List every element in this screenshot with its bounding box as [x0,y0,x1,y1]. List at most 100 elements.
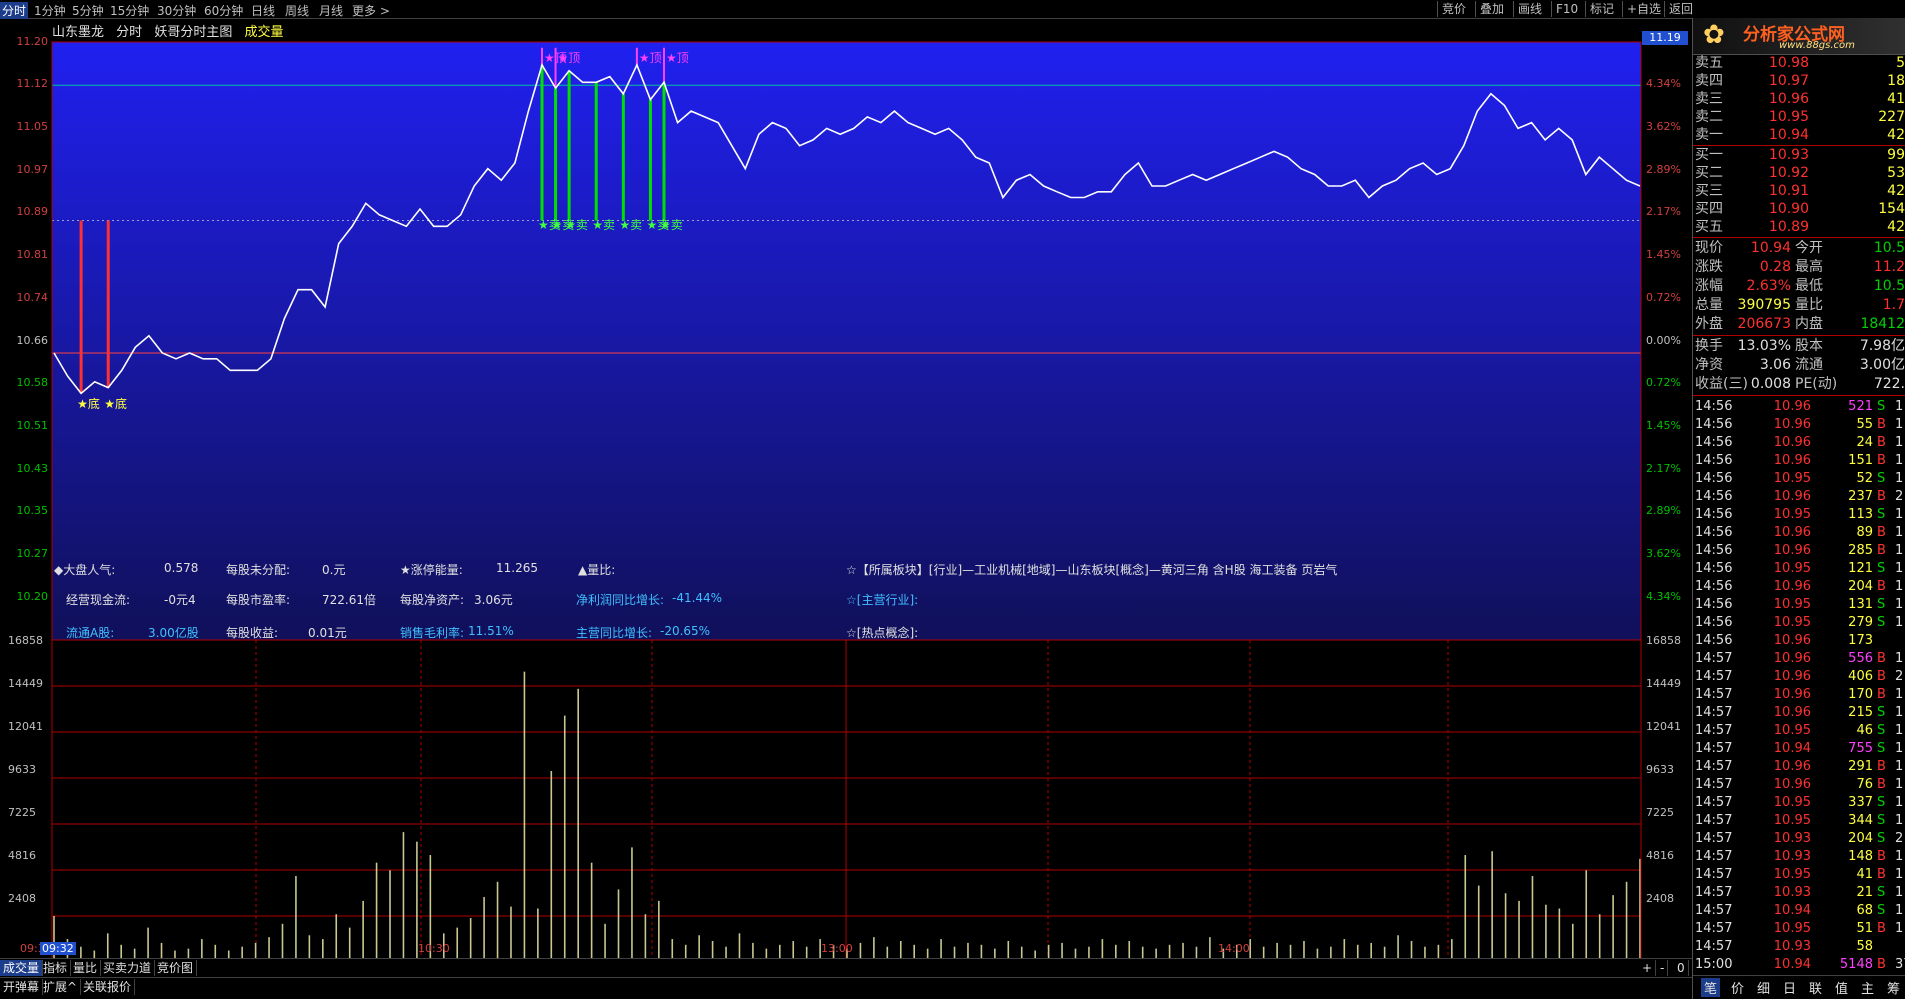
zoom-out-button[interactable]: - [1657,960,1669,976]
tick-price: 10.96 [1773,417,1811,432]
volume-bar [563,715,566,962]
current-price-box: 11.19 [1642,31,1688,45]
tick-volume: 344 [1848,813,1873,828]
tick-count: 1 [1895,399,1904,414]
tab-30min[interactable]: 30分钟 [157,2,196,19]
overlay-button[interactable]: 叠加 [1475,1,1508,17]
tick-volume: 5148 [1839,957,1873,972]
tick-price: 10.94 [1773,903,1811,918]
tick-time: 14:57 [1695,813,1733,828]
sell-signal-bar [648,99,652,221]
danmaku-toggle[interactable]: 开弹幕 [0,979,44,995]
volume-grid [52,640,1641,962]
volume-bar [1464,855,1467,962]
mark-button[interactable]: 标记 [1585,1,1618,17]
pct-label: 3.62% [1646,120,1681,133]
bottom-signal-bar [79,220,83,394]
tab-1min[interactable]: 1分钟 [34,2,66,19]
sell-signal-bar [554,88,558,221]
draw-line-button[interactable]: 画线 [1513,1,1546,17]
tab-price[interactable]: 价 [1731,978,1744,997]
expand-button[interactable]: 扩展^ [40,979,82,995]
volume-label: 9633 [8,763,36,776]
tab-5min[interactable]: 5分钟 [72,2,104,19]
tick-direction: B [1877,849,1886,864]
intraday-chart[interactable]: ★底 ★底★卖★卖★卖 ★卖 ★卖 ★卖★卖★顶★顶 ★顶 ★顶 [0,18,1692,978]
stat-value: 10.5 [1873,240,1905,256]
bid-label: 买四 [1695,201,1723,217]
volume-bar [1545,904,1547,962]
tab-intraday[interactable]: 分时 [0,2,29,19]
tab-buy-sell-force[interactable]: 买卖力道 [100,960,156,976]
f10-button[interactable]: F10 [1551,1,1582,17]
volume-bar [617,889,620,962]
tick-count: 1 [1895,453,1904,468]
tab-60min[interactable]: 60分钟 [204,2,243,19]
bid-volume: 53 [1887,165,1905,181]
tick-row: 14:57 10.95 344 S 1 [1693,812,1905,830]
tick-count: 1 [1895,867,1904,882]
tick-count: 37 [1895,957,1905,972]
volume-bar [456,927,459,962]
volume-bars [53,671,1641,962]
tab-detail[interactable]: 细 [1757,978,1770,997]
tick-row: 14:57 10.93 148 B 1 [1693,848,1905,866]
tab-day[interactable]: 日 [1783,978,1796,997]
tick-row: 14:57 10.95 51 B 1 [1693,920,1905,938]
tab-volume[interactable]: 成交量 [0,960,44,976]
tick-row: 14:57 10.94 755 S 1 [1693,740,1905,758]
volume-bar [1612,895,1614,962]
info-key: 每股净资产: [400,593,465,607]
bid-row: 买三 10.91 42 [1693,182,1905,200]
top-signal-bar [663,47,665,83]
tab-trades[interactable]: 笔 [1701,978,1721,997]
tick-price: 10.95 [1773,597,1811,612]
tick-volume: 58 [1856,939,1873,954]
related-quotes-button[interactable]: 关联报价 [80,979,136,995]
tab-weekly[interactable]: 周线 [285,2,309,19]
tab-main[interactable]: 主 [1861,978,1874,997]
tick-direction: S [1877,795,1886,810]
tab-more[interactable]: 更多 > [352,2,390,19]
ask-label: 卖一 [1695,127,1723,143]
ask-price: 10.96 [1768,91,1809,107]
tab-link[interactable]: 联 [1809,978,1822,997]
tick-volume: 556 [1848,651,1873,666]
bottom-toolbar: 开弹幕 扩展^ 关联报价 [0,977,1692,996]
tick-price: 10.96 [1773,435,1811,450]
auction-button[interactable]: 竞价 [1437,1,1470,17]
tab-auction-chart[interactable]: 竞价图 [154,960,198,976]
tab-indicator[interactable]: 指标 [40,960,72,976]
tick-time: 14:57 [1695,849,1733,864]
tab-chips[interactable]: 筹 [1887,978,1900,997]
tab-value[interactable]: 值 [1835,978,1848,997]
tick-price: 10.96 [1773,687,1811,702]
info-key: 销售毛利率: [400,626,465,640]
price-label: 10.27 [16,547,49,560]
tab-monthly[interactable]: 月线 [319,2,343,19]
stat-key: 今开 [1795,240,1823,256]
tick-price: 10.95 [1773,921,1811,936]
reset-button[interactable]: 0 [1674,960,1689,976]
bid-label: 买二 [1695,165,1723,181]
volume-bar [496,881,499,962]
add-watchlist-button[interactable]: +自选 [1622,1,1665,17]
tab-15min[interactable]: 15分钟 [110,2,149,19]
volume-bar [537,908,539,962]
stat-key: 换手 [1695,338,1723,354]
volume-bar [590,862,593,962]
tick-row: 14:57 10.94 68 S 1 [1693,902,1905,920]
tick-direction: S [1877,507,1886,522]
price-label: 11.20 [16,35,49,48]
tab-volume-ratio[interactable]: 量比 [70,960,102,976]
info-value: 0.元 [322,563,346,577]
zoom-in-button[interactable]: + [1639,960,1657,976]
tick-list[interactable]: 14:56 10.96 521 S 1 14:56 10.96 55 B 1 14:56 10.96 2… [1693,398,1905,974]
tick-direction: B [1877,435,1886,450]
tab-daily[interactable]: 日线 [251,2,275,19]
back-button[interactable]: 返回 [1664,1,1697,17]
info-value: 3.00亿股 [148,626,199,640]
pct-label: 0.72% [1646,376,1681,389]
tick-count: 1 [1895,597,1904,612]
info-value: 11.265 [496,561,538,575]
